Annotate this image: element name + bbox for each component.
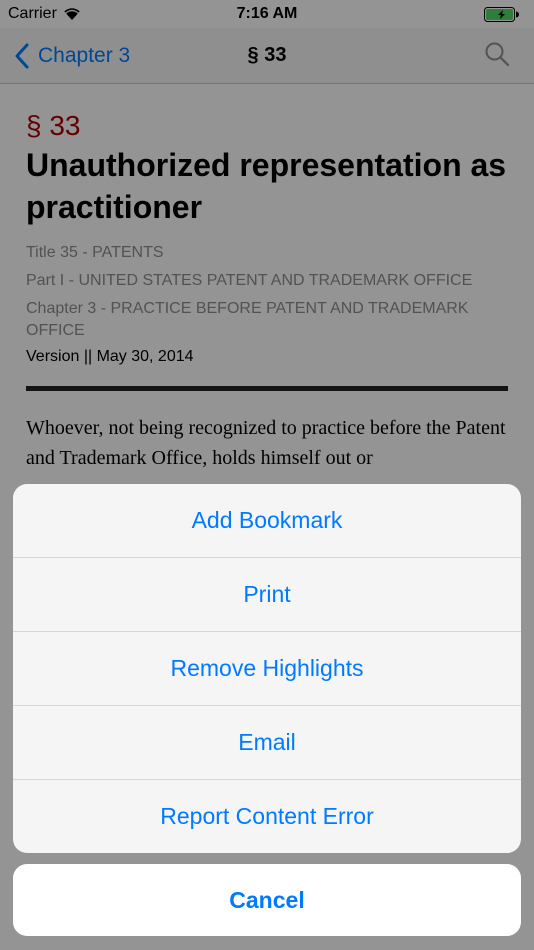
action-sheet: Add Bookmark Print Remove Highlights Ema… [13, 484, 521, 853]
add-bookmark-button[interactable]: Add Bookmark [13, 484, 521, 558]
print-button[interactable]: Print [13, 558, 521, 632]
email-button[interactable]: Email [13, 706, 521, 780]
report-content-error-button[interactable]: Report Content Error [13, 780, 521, 853]
remove-highlights-button[interactable]: Remove Highlights [13, 632, 521, 706]
screen: Carrier 7:16 AM Chapter 3 § 33 § 33 Una [0, 0, 534, 950]
cancel-button[interactable]: Cancel [13, 864, 521, 936]
